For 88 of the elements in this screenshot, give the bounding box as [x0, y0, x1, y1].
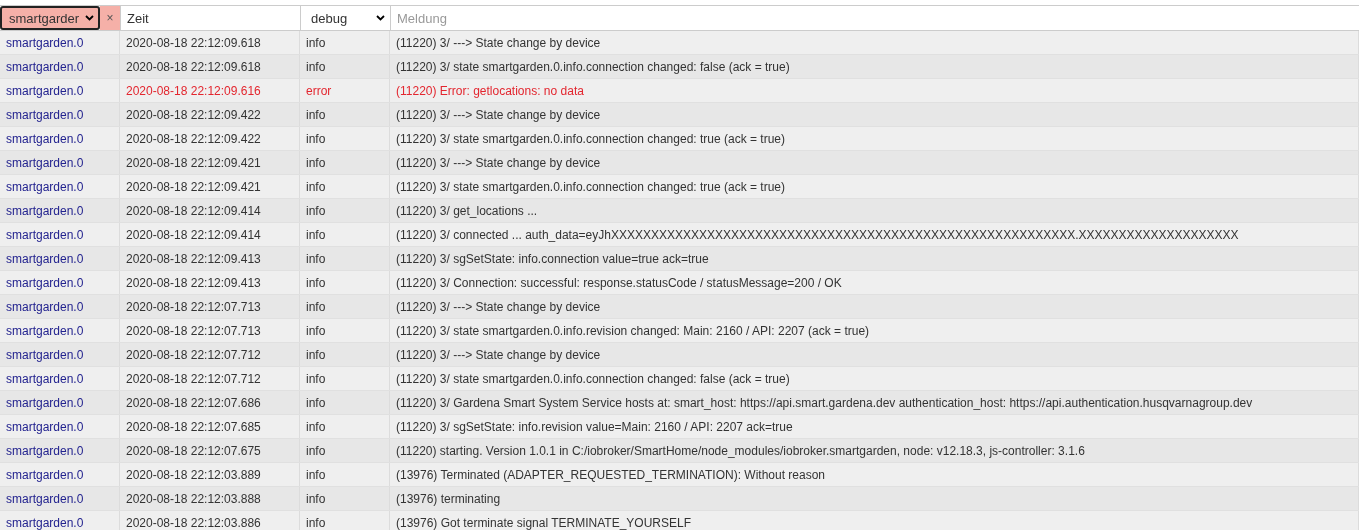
message-cell: (13976) Got terminate signal TERMINATE_YOURSELF — [390, 511, 1359, 530]
severity-cell: info — [300, 511, 390, 530]
severity-cell: info — [300, 487, 390, 510]
time-cell: 2020-08-18 22:12:09.422 — [120, 103, 300, 126]
message-cell: (11220) 3/ ---> State change by device — [390, 295, 1359, 318]
severity-cell: info — [300, 415, 390, 438]
source-cell: smartgarden.0 — [0, 487, 120, 510]
time-cell: 2020-08-18 22:12:09.422 — [120, 127, 300, 150]
time-cell: 2020-08-18 22:12:07.712 — [120, 343, 300, 366]
source-cell: smartgarden.0 — [0, 295, 120, 318]
time-cell: 2020-08-18 22:12:03.888 — [120, 487, 300, 510]
message-cell: (11220) 3/ get_locations ... — [390, 199, 1359, 222]
time-cell: 2020-08-18 22:12:09.616 — [120, 79, 300, 102]
severity-cell: info — [300, 295, 390, 318]
severity-cell: info — [300, 319, 390, 342]
message-cell: (11220) starting. Version 1.0.1 in C:/iobroker/SmartHome/node_modules/iobroker.smartgarden, node: v12.18.3, js-controller: 3.1.6 — [390, 439, 1359, 462]
message-cell: (13976) terminating — [390, 487, 1359, 510]
source-cell: smartgarden.0 — [0, 103, 120, 126]
time-cell: 2020-08-18 22:12:09.413 — [120, 247, 300, 270]
message-cell: (11220) 3/ sgSetState: info.connection value=true ack=true — [390, 247, 1359, 270]
time-cell: 2020-08-18 22:12:07.713 — [120, 295, 300, 318]
message-cell: (11220) 3/ ---> State change by device — [390, 343, 1359, 366]
severity-cell: info — [300, 391, 390, 414]
source-cell: smartgarden.0 — [0, 31, 120, 54]
message-cell: (11220) 3/ ---> State change by device — [390, 151, 1359, 174]
time-cell: 2020-08-18 22:12:07.686 — [120, 391, 300, 414]
severity-cell: info — [300, 343, 390, 366]
severity-cell: info — [300, 223, 390, 246]
severity-cell: info — [300, 175, 390, 198]
source-cell: smartgarden.0 — [0, 127, 120, 150]
source-cell: smartgarden.0 — [0, 439, 120, 462]
time-cell: 2020-08-18 22:12:09.414 — [120, 199, 300, 222]
source-cell: smartgarden.0 — [0, 199, 120, 222]
time-cell: 2020-08-18 22:12:03.886 — [120, 511, 300, 530]
chevron-down-icon — [85, 15, 94, 21]
source-cell: smartgarden.0 — [0, 415, 120, 438]
message-cell: (11220) 3/ connected ... auth_data=eyJhXXXXXXXXXXXXXXXXXXXXXXXXXXXXXXXXXXXXXXXXXXXXXXXXXXXXXXXXXX.XXXXXXXXXXXXXXXXXXXX — [390, 223, 1359, 246]
clear-filter-button[interactable]: × — [100, 6, 120, 30]
source-cell: smartgarden.0 — [0, 223, 120, 246]
source-cell: smartgarden.0 — [0, 55, 120, 78]
source-cell: smartgarden.0 — [0, 247, 120, 270]
message-cell: (11220) Error: getlocations: no data — [390, 79, 1359, 102]
source-filter-select[interactable]: smartgarder — [0, 6, 100, 30]
severity-cell: error — [300, 79, 390, 102]
message-cell: (11220) 3/ ---> State change by device — [390, 31, 1359, 54]
source-cell: smartgarden.0 — [0, 175, 120, 198]
message-cell: (13976) Terminated (ADAPTER_REQUESTED_TERMINATION): Without reason — [390, 463, 1359, 486]
time-cell: 2020-08-18 22:12:09.413 — [120, 271, 300, 294]
severity-cell: info — [300, 271, 390, 294]
source-cell: smartgarden.0 — [0, 511, 120, 530]
time-cell: 2020-08-18 22:12:09.618 — [120, 31, 300, 54]
severity-cell: info — [300, 31, 390, 54]
time-cell: 2020-08-18 22:12:09.618 — [120, 55, 300, 78]
source-cell: smartgarden.0 — [0, 463, 120, 486]
source-cell: smartgarden.0 — [0, 391, 120, 414]
source-cell: smartgarden.0 — [0, 271, 120, 294]
severity-cell: info — [300, 247, 390, 270]
severity-cell: info — [300, 55, 390, 78]
source-cell: smartgarden.0 — [0, 343, 120, 366]
source-cell: smartgarden.0 — [0, 79, 120, 102]
message-cell: (11220) 3/ Connection: successful: response.statusCode / statusMessage=200 / OK — [390, 271, 1359, 294]
time-cell: 2020-08-18 22:12:07.713 — [120, 319, 300, 342]
message-cell: (11220) 3/ state smartgarden.0.info.connection changed: false (ack = true) — [390, 55, 1359, 78]
message-cell: (11220) 3/ ---> State change by device — [390, 103, 1359, 126]
time-cell: 2020-08-18 22:12:07.712 — [120, 367, 300, 390]
severity-cell: info — [300, 151, 390, 174]
chevron-down-icon — [376, 15, 385, 21]
message-cell: (11220) 3/ state smartgarden.0.info.revision changed: Main: 2160 / API: 2207 (ack = true) — [390, 319, 1359, 342]
severity-cell: info — [300, 103, 390, 126]
message-cell: (11220) 3/ sgSetState: info.revision value=Main: 2160 / API: 2207 ack=true — [390, 415, 1359, 438]
message-cell: (11220) 3/ state smartgarden.0.info.connection changed: true (ack = true) — [390, 127, 1359, 150]
message-cell: (11220) 3/ Gardena Smart System Service hosts at: smart_host: https://api.smart.gardena.dev authentication_host: https://api.authentication.husqvarnagroup.dev — [390, 391, 1359, 414]
time-cell: 2020-08-18 22:12:03.889 — [120, 463, 300, 486]
message-cell: (11220) 3/ state smartgarden.0.info.connection changed: true (ack = true) — [390, 175, 1359, 198]
severity-cell: info — [300, 463, 390, 486]
source-cell: smartgarden.0 — [0, 367, 120, 390]
time-cell: 2020-08-18 22:12:07.685 — [120, 415, 300, 438]
severity-cell: info — [300, 199, 390, 222]
source-cell: smartgarden.0 — [0, 319, 120, 342]
time-cell: 2020-08-18 22:12:09.414 — [120, 223, 300, 246]
message-cell: (11220) 3/ state smartgarden.0.info.connection changed: false (ack = true) — [390, 367, 1359, 390]
time-cell: 2020-08-18 22:12:09.421 — [120, 151, 300, 174]
time-cell: 2020-08-18 22:12:07.675 — [120, 439, 300, 462]
severity-cell: info — [300, 367, 390, 390]
time-cell: 2020-08-18 22:12:09.421 — [120, 175, 300, 198]
severity-cell: info — [300, 439, 390, 462]
severity-cell: info — [300, 127, 390, 150]
source-cell: smartgarden.0 — [0, 151, 120, 174]
